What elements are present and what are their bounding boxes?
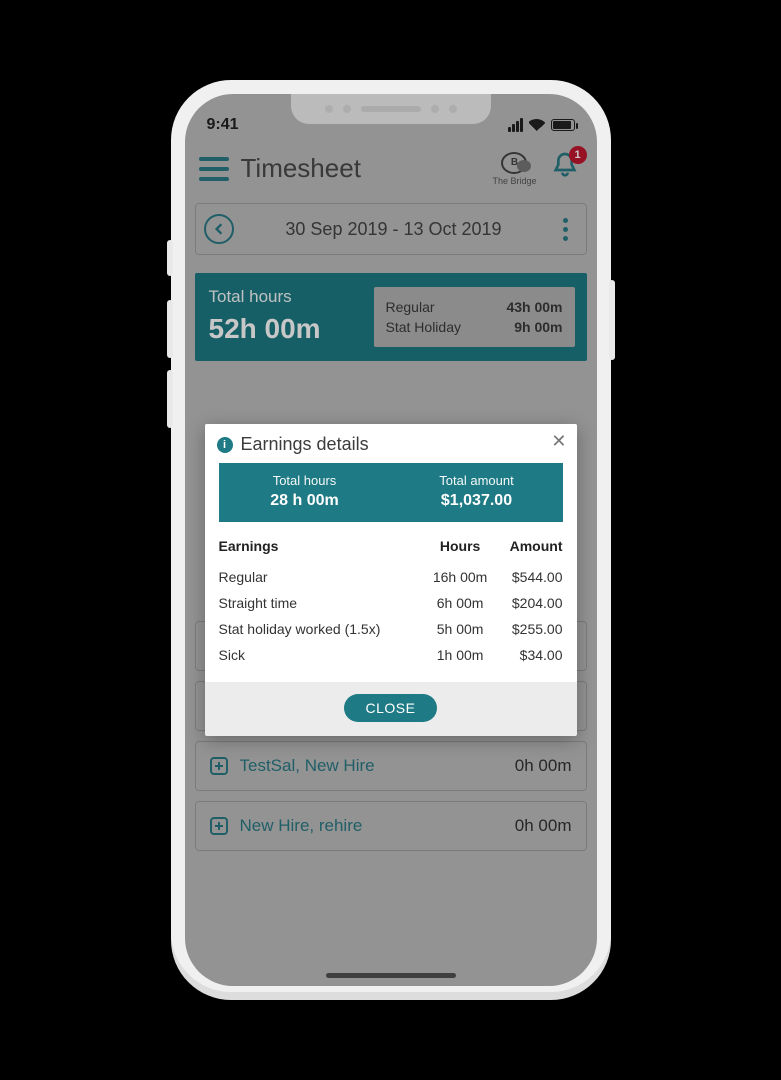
device-mute-switch [167, 240, 173, 276]
screen: 9:41 Timesheet B The Bridge 1 [185, 94, 597, 986]
info-icon: i [217, 437, 233, 453]
close-icon[interactable]: ✕ [551, 432, 566, 450]
phone-frame: 9:41 Timesheet B The Bridge 1 [171, 80, 611, 1000]
home-indicator[interactable] [326, 973, 456, 978]
earnings-details-modal: i Earnings details ✕ Total hours 28 h 00… [205, 424, 577, 736]
summary-hours-label: Total hours [219, 473, 391, 488]
device-volume-down [167, 370, 173, 428]
modal-title: Earnings details [241, 434, 369, 455]
device-volume-up [167, 300, 173, 358]
table-row: Regular16h 00m$544.00 [219, 564, 563, 590]
col-amount: Amount [495, 534, 563, 564]
table-row: Stat holiday worked (1.5x)5h 00m$255.00 [219, 616, 563, 642]
col-earnings: Earnings [219, 534, 426, 564]
close-button[interactable]: CLOSE [344, 694, 438, 722]
modal-summary: Total hours 28 h 00m Total amount $1,037… [219, 463, 563, 522]
summary-hours-value: 28 h 00m [219, 492, 391, 510]
col-hours: Hours [425, 534, 495, 564]
device-power-button [609, 280, 615, 360]
earnings-table: Earnings Hours Amount Regular16h 00m$544… [219, 534, 563, 668]
table-row: Straight time6h 00m$204.00 [219, 590, 563, 616]
table-row: Sick1h 00m$34.00 [219, 642, 563, 668]
summary-amount-value: $1,037.00 [391, 492, 563, 510]
summary-amount-label: Total amount [391, 473, 563, 488]
